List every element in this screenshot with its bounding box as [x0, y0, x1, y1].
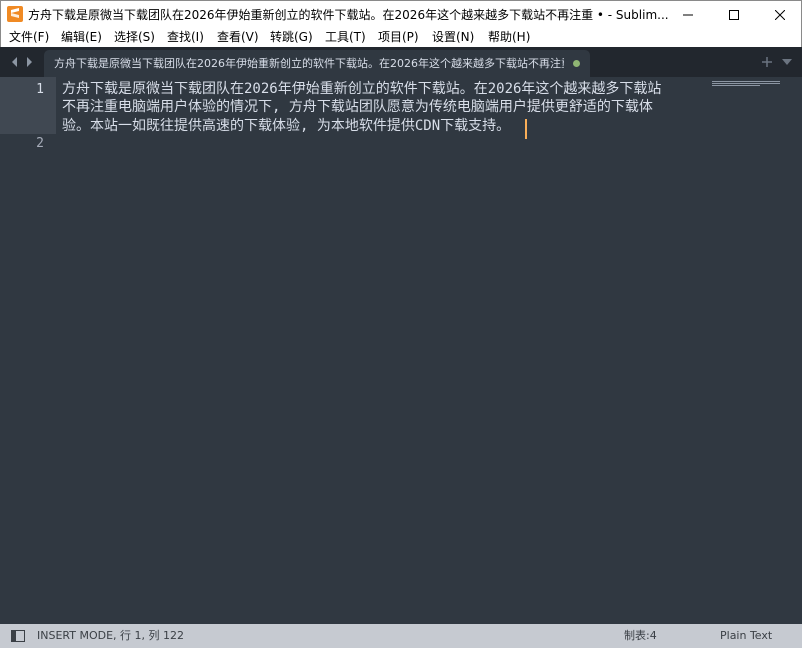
text-line[interactable]: 不再注重电脑端用户体验的情况下, 方舟下载站团队愿意为传统电脑端用户提供更舒适的…	[62, 98, 702, 117]
line-number: 1	[36, 82, 44, 97]
menu-file[interactable]: 文件(F)	[9, 29, 49, 46]
tab-title: 方舟下载是原微当下载团队在2026年伊始重新创立的软件下载站。在2026年这个越…	[54, 57, 564, 70]
minimize-button[interactable]	[665, 1, 711, 28]
window-title: 方舟下载是原微当下载团队在2026年伊始重新创立的软件下载站。在2026年这个越…	[28, 8, 668, 22]
status-mode: INSERT MODE, 行 1, 列	[37, 629, 160, 642]
menu-bar: 文件(F) 编辑(E) 选择(S) 查找(I) 查看(V) 转跳(G) 工具(T…	[0, 28, 802, 47]
menu-selection[interactable]: 选择(S)	[114, 29, 155, 46]
close-icon	[775, 9, 785, 20]
sublime-text-icon	[7, 6, 23, 22]
menu-goto[interactable]: 转跳(G)	[270, 29, 313, 46]
text-line[interactable]: 验。本站一如既往提供高速的下载体验, 为本地软件提供CDN下载支持。	[62, 117, 702, 136]
status-char-count: 122	[163, 629, 184, 642]
plus-icon[interactable]	[761, 56, 773, 68]
tab-bar: 方舟下载是原微当下载团队在2026年伊始重新创立的软件下载站。在2026年这个越…	[0, 47, 802, 77]
panel-toggle-icon[interactable]	[11, 630, 25, 642]
maximize-icon	[729, 9, 739, 20]
tab-active-document[interactable]: 方舟下载是原微当下载团队在2026年伊始重新创立的软件下载站。在2026年这个越…	[44, 50, 590, 77]
menu-view[interactable]: 查看(V)	[217, 29, 259, 46]
maximize-button[interactable]	[711, 1, 757, 28]
line-number: 2	[36, 136, 44, 151]
menu-project[interactable]: 项目(P)	[378, 29, 419, 46]
menu-help[interactable]: 帮助(H)	[488, 29, 530, 46]
title-bar: 方舟下载是原微当下载团队在2026年伊始重新创立的软件下载站。在2026年这个越…	[0, 0, 802, 28]
text-line[interactable]: 方舟下载是原微当下载团队在2026年伊始重新创立的软件下载站。在2026年这个越…	[62, 80, 702, 99]
menu-find[interactable]: 查找(I)	[167, 29, 204, 46]
close-button[interactable]	[757, 1, 802, 28]
modified-dot-icon[interactable]	[573, 60, 580, 67]
chevron-right-icon[interactable]	[23, 56, 35, 68]
minimap[interactable]	[712, 80, 782, 88]
status-tab-size[interactable]: 制表:4	[624, 628, 657, 644]
chevron-left-icon[interactable]	[9, 56, 21, 68]
status-syntax[interactable]: Plain Text	[720, 628, 772, 644]
menu-edit[interactable]: 编辑(E)	[61, 29, 102, 46]
status-bar: INSERT MODE, 行 1, 列 122 制表:4 Plain Text	[0, 624, 802, 648]
menu-preferences[interactable]: 设置(N)	[432, 29, 474, 46]
editor-area[interactable]: 1 2 方舟下载是原微当下载团队在2026年伊始重新创立的软件下载站。在2026…	[0, 77, 802, 624]
chevron-down-icon[interactable]	[781, 57, 793, 67]
minimize-icon	[683, 14, 693, 15]
menu-tools[interactable]: 工具(T)	[325, 29, 366, 46]
text-caret	[525, 119, 527, 139]
